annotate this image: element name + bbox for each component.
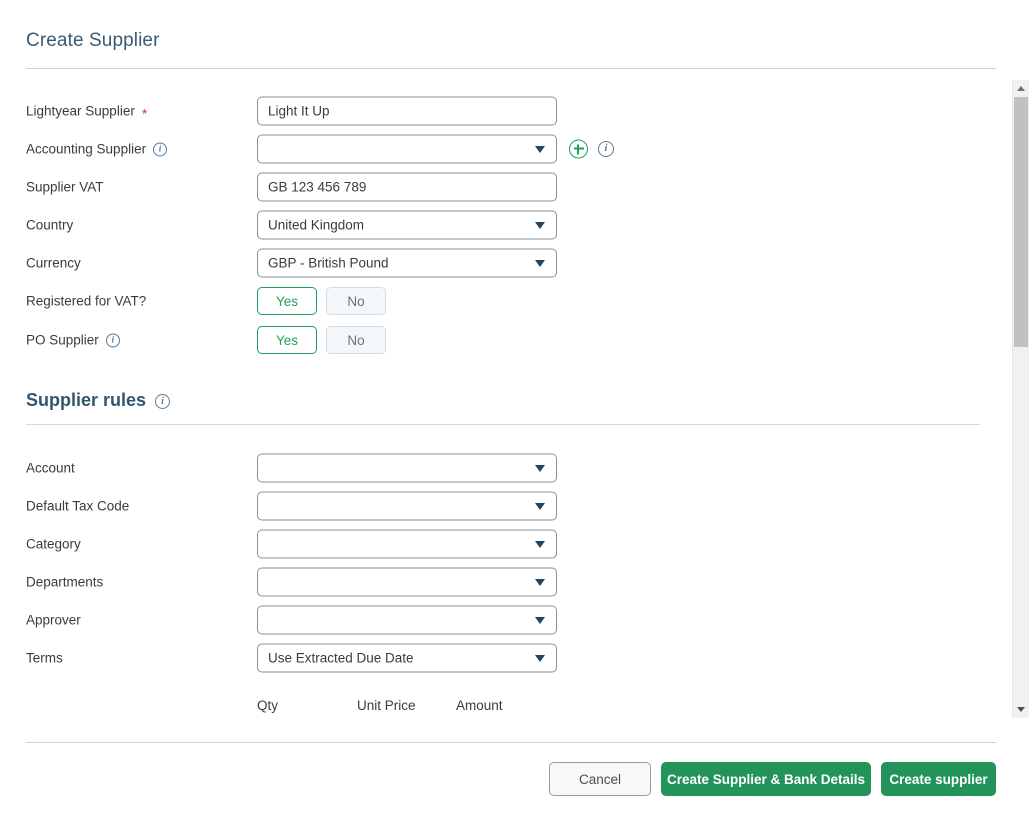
field-row-terms: Terms Use Extracted Due Date	[0, 639, 1000, 677]
scroll-up-button[interactable]	[1013, 80, 1029, 97]
label-lightyear-supplier: Lightyear Supplier *	[26, 103, 148, 121]
dialog-footer: Cancel Create Supplier & Bank Details Cr…	[0, 762, 1029, 796]
label-departments: Departments	[26, 575, 103, 590]
chevron-down-icon	[535, 578, 545, 586]
section-title-text: Supplier rules	[26, 390, 147, 410]
label-text: Accounting Supplier	[26, 141, 147, 157]
form-scroll-area: Lightyear Supplier * Light It Up Account…	[0, 80, 1000, 718]
select-currency[interactable]: GBP - British Pound	[257, 248, 557, 278]
input-value: GB 123 456 789	[268, 179, 367, 195]
label-text: Lightyear Supplier	[26, 103, 135, 119]
label-registered-for-vat: Registered for VAT?	[26, 294, 146, 309]
label-currency: Currency	[26, 256, 81, 271]
label-text: Category	[26, 536, 81, 552]
footer-divider	[26, 742, 996, 743]
column-header-unit-price: Unit Price	[357, 698, 416, 713]
field-row-account: Account	[0, 449, 1000, 487]
add-accounting-supplier-icon[interactable]	[569, 139, 588, 159]
label-text: PO Supplier	[26, 332, 99, 348]
cancel-button[interactable]: Cancel	[549, 762, 651, 796]
create-supplier-button[interactable]: Create supplier	[881, 762, 996, 796]
chevron-up-icon	[1017, 86, 1025, 91]
label-text: Country	[26, 217, 74, 233]
label-accounting-supplier: Accounting Supplier i	[26, 141, 168, 157]
label-text: Approver	[26, 612, 81, 628]
chevron-down-icon	[535, 145, 545, 153]
field-row-category: Category	[0, 525, 1000, 563]
vertical-scrollbar[interactable]	[1012, 80, 1029, 718]
field-row-registered-for-vat: Registered for VAT? Yes No	[0, 282, 1000, 320]
select-value: GBP - British Pound	[268, 255, 389, 271]
input-lightyear-supplier[interactable]: Light It Up	[257, 96, 557, 126]
label-category: Category	[26, 537, 81, 552]
info-icon[interactable]: i	[153, 142, 168, 156]
input-value: Light It Up	[268, 103, 330, 119]
select-account[interactable]	[257, 453, 557, 483]
field-row-lightyear-supplier: Lightyear Supplier * Light It Up	[0, 92, 1000, 130]
toggle-option-no[interactable]: No	[326, 326, 386, 354]
toggle-registered-for-vat: Yes No	[257, 287, 386, 315]
chevron-down-icon	[535, 540, 545, 548]
create-supplier-and-bank-details-button[interactable]: Create Supplier & Bank Details	[661, 762, 871, 796]
label-terms: Terms	[26, 651, 63, 666]
page-title: Create Supplier	[26, 30, 160, 51]
label-text: Default Tax Code	[26, 498, 130, 514]
chevron-down-icon	[535, 464, 545, 472]
select-terms[interactable]: Use Extracted Due Date	[257, 643, 557, 673]
toggle-option-yes[interactable]: Yes	[257, 287, 317, 315]
label-approver: Approver	[26, 613, 81, 628]
chevron-down-icon	[535, 221, 545, 229]
select-departments[interactable]	[257, 567, 557, 597]
select-country[interactable]: United Kingdom	[257, 210, 557, 240]
select-accounting-supplier[interactable]	[257, 134, 557, 164]
required-asterisk: *	[141, 105, 148, 121]
column-header-amount: Amount	[456, 698, 503, 713]
label-account: Account	[26, 461, 75, 476]
field-row-currency: Currency GBP - British Pound	[0, 244, 1000, 282]
create-supplier-dialog: Create Supplier Lightyear Supplier * Lig…	[0, 0, 1029, 813]
field-row-departments: Departments	[0, 563, 1000, 601]
info-icon[interactable]: i	[105, 333, 120, 347]
toggle-po-supplier: Yes No	[257, 326, 386, 354]
section-divider	[26, 424, 980, 425]
info-icon[interactable]: i	[598, 141, 614, 157]
scroll-down-button[interactable]	[1013, 701, 1029, 718]
select-default-tax-code[interactable]	[257, 491, 557, 521]
select-category[interactable]	[257, 529, 557, 559]
label-default-tax-code: Default Tax Code	[26, 499, 129, 514]
select-value: United Kingdom	[268, 217, 365, 233]
field-row-po-supplier: PO Supplier i Yes No	[0, 321, 1000, 359]
label-text: Registered for VAT?	[26, 293, 147, 309]
label-text: Account	[26, 460, 75, 476]
label-text: Supplier VAT	[26, 179, 104, 195]
select-approver[interactable]	[257, 605, 557, 635]
input-supplier-vat[interactable]: GB 123 456 789	[257, 172, 557, 202]
column-header-qty: Qty	[257, 698, 279, 713]
field-row-accounting-supplier: Accounting Supplier i i	[0, 130, 1000, 168]
label-text: Currency	[26, 255, 81, 271]
field-row-country: Country United Kingdom	[0, 206, 1000, 244]
chevron-down-icon	[535, 616, 545, 624]
header-divider	[26, 68, 996, 69]
chevron-down-icon	[1017, 707, 1025, 712]
field-row-supplier-vat: Supplier VAT GB 123 456 789	[0, 168, 1000, 206]
info-icon[interactable]: i	[155, 394, 171, 409]
section-title-supplier-rules: Supplier rules i	[26, 390, 171, 411]
label-supplier-vat: Supplier VAT	[26, 180, 104, 195]
toggle-option-yes[interactable]: Yes	[257, 326, 317, 354]
toggle-option-no[interactable]: No	[326, 287, 386, 315]
label-country: Country	[26, 218, 73, 233]
field-row-default-tax-code: Default Tax Code	[0, 487, 1000, 525]
chevron-down-icon	[535, 654, 545, 662]
label-text: Departments	[26, 574, 104, 590]
chevron-down-icon	[535, 259, 545, 267]
chevron-down-icon	[535, 502, 545, 510]
select-value: Use Extracted Due Date	[268, 650, 414, 666]
label-text: Terms	[26, 650, 63, 666]
field-row-approver: Approver	[0, 601, 1000, 639]
label-po-supplier: PO Supplier i	[26, 333, 120, 348]
scrollbar-thumb[interactable]	[1014, 97, 1028, 347]
